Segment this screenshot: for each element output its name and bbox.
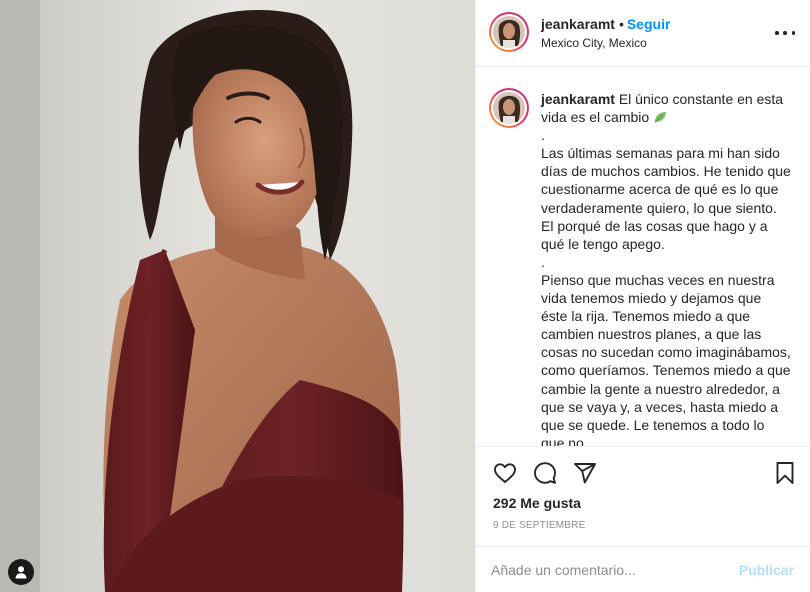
bookmark-icon[interactable] [771,459,799,487]
comment-input[interactable] [491,559,731,581]
post-location[interactable]: Mexico City, Mexico [541,36,647,50]
comment-form: Publicar [476,546,810,592]
bookmark-glyph [776,462,794,484]
paper-plane-icon[interactable] [571,459,599,487]
avatar[interactable] [489,12,529,52]
caption-avatar[interactable] [489,88,529,128]
user-tag-icon[interactable] [8,559,34,585]
caption-line: . [541,127,545,144]
caption-first-line: jeankaramt El único constante en esta vi… [541,90,791,126]
post-username[interactable]: jeankaramt [541,16,615,32]
caption-line: . [541,253,545,270]
post-photo-image [0,0,475,592]
heart-icon[interactable] [491,459,519,487]
more-options-icon[interactable] [775,27,795,39]
avatar-photo [493,16,525,48]
comment-bubble-icon[interactable] [531,459,559,487]
caption-username[interactable]: jeankaramt [541,91,615,107]
caption-avatar-photo [493,92,525,124]
post-header: jeankaramt • Seguir Mexico City, Mexico [476,0,810,67]
post-side-panel: jeankaramt • Seguir Mexico City, Mexico je [475,0,810,592]
publish-button[interactable]: Publicar [739,562,794,578]
share-glyph [574,463,596,484]
caption-section: jeankaramt El único constante en esta vi… [476,68,810,446]
post-photo[interactable] [0,0,475,592]
user-tag-glyph [15,566,27,579]
likes-count[interactable]: 292 Me gusta [493,495,581,511]
caption-line: Pienso que muchas veces en nuestra vida … [541,271,791,446]
follow-button[interactable]: Seguir [627,16,671,32]
heart-glyph [494,463,516,483]
caption-text: jeankaramt El único constante en esta vi… [541,90,791,446]
caption-line: Las últimas semanas para mi han sido día… [541,145,791,252]
post-actions: 292 Me gusta 9 DE SEPTIEMBRE Publicar [476,446,810,592]
comment-glyph [534,462,556,484]
post-date[interactable]: 9 DE SEPTIEMBRE [493,520,585,531]
separator-dot: • [618,16,624,32]
leaf-emoji-icon [654,112,667,123]
